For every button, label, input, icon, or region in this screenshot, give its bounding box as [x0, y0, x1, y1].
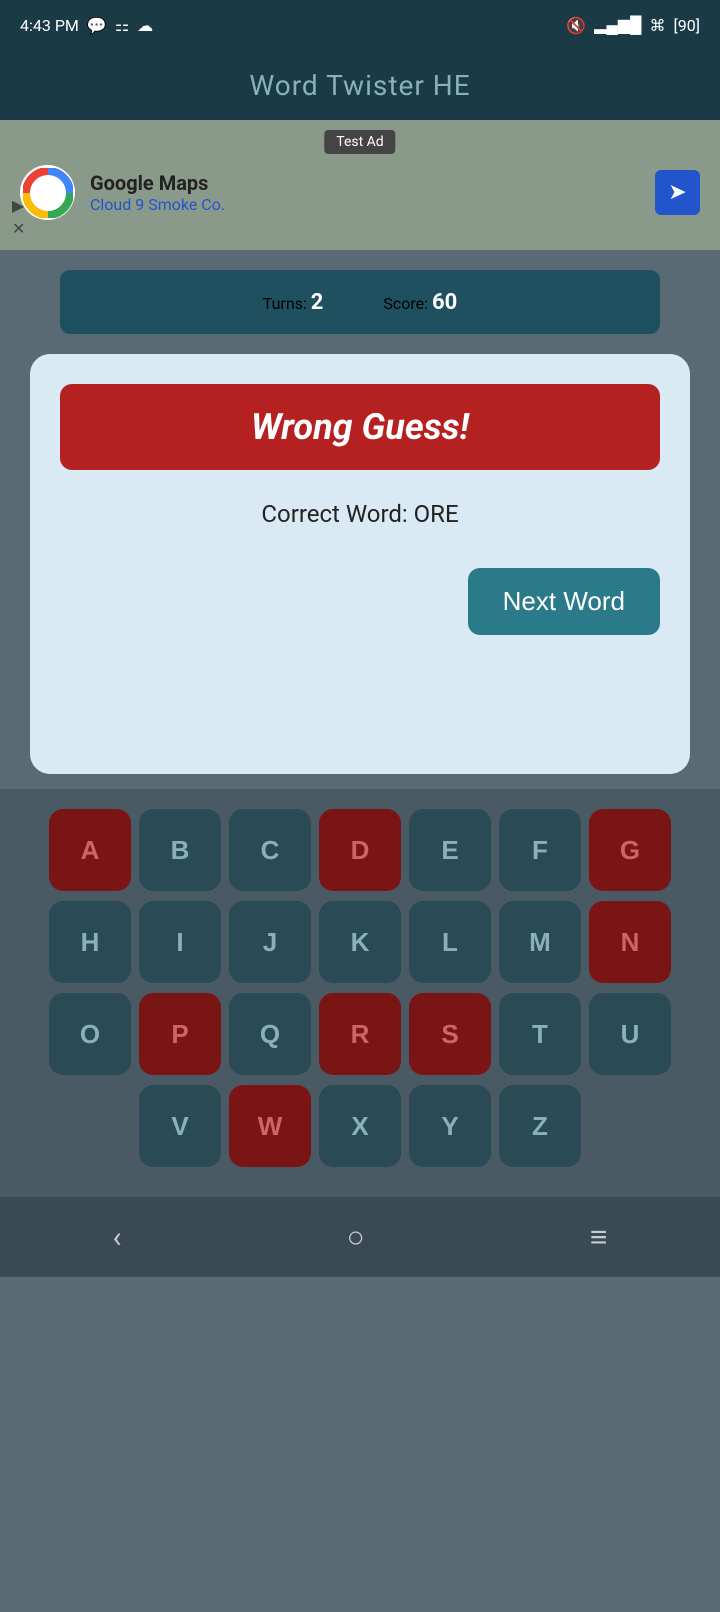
- keyboard-row-1: A B C D E F G: [10, 809, 710, 891]
- key-i[interactable]: I: [139, 901, 221, 983]
- score-value: 60: [432, 290, 457, 315]
- wrong-guess-text: Wrong Guess!: [251, 406, 469, 448]
- keyboard-row-2: H I J K L M N: [10, 901, 710, 983]
- key-p[interactable]: P: [139, 993, 221, 1075]
- key-q[interactable]: Q: [229, 993, 311, 1075]
- ad-subtitle: Cloud 9 Smoke Co.: [90, 195, 640, 214]
- key-d[interactable]: D: [319, 809, 401, 891]
- key-m[interactable]: M: [499, 901, 581, 983]
- app-title: Word Twister HE: [249, 69, 470, 102]
- cloud-icon: ☁: [137, 16, 153, 35]
- nav-bar: ‹ ○ ≡: [0, 1197, 720, 1277]
- key-a[interactable]: A: [49, 809, 131, 891]
- key-u[interactable]: U: [589, 993, 671, 1075]
- turns-value: 2: [311, 290, 324, 315]
- keyboard: A B C D E F G H I J K L M N O P Q R S T …: [0, 789, 720, 1197]
- key-w[interactable]: W: [229, 1085, 311, 1167]
- ad-text-block: Google Maps Cloud 9 Smoke Co.: [90, 171, 640, 214]
- keyboard-row-4: V W X Y Z: [10, 1085, 710, 1167]
- time-display: 4:43 PM: [20, 16, 79, 35]
- usb-icon: ⚏: [115, 16, 129, 35]
- wrong-guess-banner: Wrong Guess!: [60, 384, 660, 470]
- key-y[interactable]: Y: [409, 1085, 491, 1167]
- vibrate-icon: 🔇: [566, 16, 586, 35]
- key-h[interactable]: H: [49, 901, 131, 983]
- score-label: Score: 60: [383, 290, 457, 315]
- key-r[interactable]: R: [319, 993, 401, 1075]
- ad-company-name: Google Maps: [90, 171, 640, 195]
- battery-icon: [90]: [674, 16, 700, 35]
- key-o[interactable]: O: [49, 993, 131, 1075]
- result-dialog: Wrong Guess! Correct Word: ORE Next Word: [30, 354, 690, 774]
- signal-icon: ▂▄▆█: [594, 15, 641, 35]
- status-bar: 4:43 PM 💬 ⚏ ☁ 🔇 ▂▄▆█ ⌘ [90]: [0, 0, 720, 50]
- menu-button[interactable]: ≡: [590, 1220, 608, 1255]
- key-n[interactable]: N: [589, 901, 671, 983]
- ad-controls: ▶ ✕: [12, 196, 25, 238]
- ad-logo: [20, 165, 75, 220]
- score-bar: Turns: 2 Score: 60: [60, 270, 660, 334]
- keyboard-row-3: O P Q R S T U: [10, 993, 710, 1075]
- status-bar-left: 4:43 PM 💬 ⚏ ☁: [20, 16, 153, 35]
- key-c[interactable]: C: [229, 809, 311, 891]
- ad-content: Google Maps Cloud 9 Smoke Co. ➤: [20, 165, 700, 220]
- whatsapp-icon: 💬: [87, 16, 107, 35]
- key-j[interactable]: J: [229, 901, 311, 983]
- key-l[interactable]: L: [409, 901, 491, 983]
- ad-label: Test Ad: [324, 130, 395, 154]
- app-header: Word Twister HE: [0, 50, 720, 120]
- wifi-icon: ⌘: [650, 16, 666, 35]
- ad-navigation-icon[interactable]: ➤: [655, 170, 700, 215]
- ad-banner[interactable]: Test Ad Google Maps Cloud 9 Smoke Co. ➤ …: [0, 120, 720, 250]
- key-e[interactable]: E: [409, 809, 491, 891]
- key-x[interactable]: X: [319, 1085, 401, 1167]
- key-f[interactable]: F: [499, 809, 581, 891]
- key-g[interactable]: G: [589, 809, 671, 891]
- key-b[interactable]: B: [139, 809, 221, 891]
- key-s[interactable]: S: [409, 993, 491, 1075]
- ad-play-icon: ▶: [12, 196, 25, 215]
- home-button[interactable]: ○: [347, 1220, 365, 1255]
- next-word-button[interactable]: Next Word: [468, 568, 660, 635]
- ad-close-icon[interactable]: ✕: [12, 219, 25, 238]
- status-bar-right: 🔇 ▂▄▆█ ⌘ [90]: [566, 15, 700, 35]
- key-k[interactable]: K: [319, 901, 401, 983]
- back-button[interactable]: ‹: [113, 1220, 122, 1255]
- key-v[interactable]: V: [139, 1085, 221, 1167]
- key-z[interactable]: Z: [499, 1085, 581, 1167]
- key-t[interactable]: T: [499, 993, 581, 1075]
- correct-word-display: Correct Word: ORE: [60, 500, 660, 528]
- turns-label: Turns: 2: [263, 290, 324, 315]
